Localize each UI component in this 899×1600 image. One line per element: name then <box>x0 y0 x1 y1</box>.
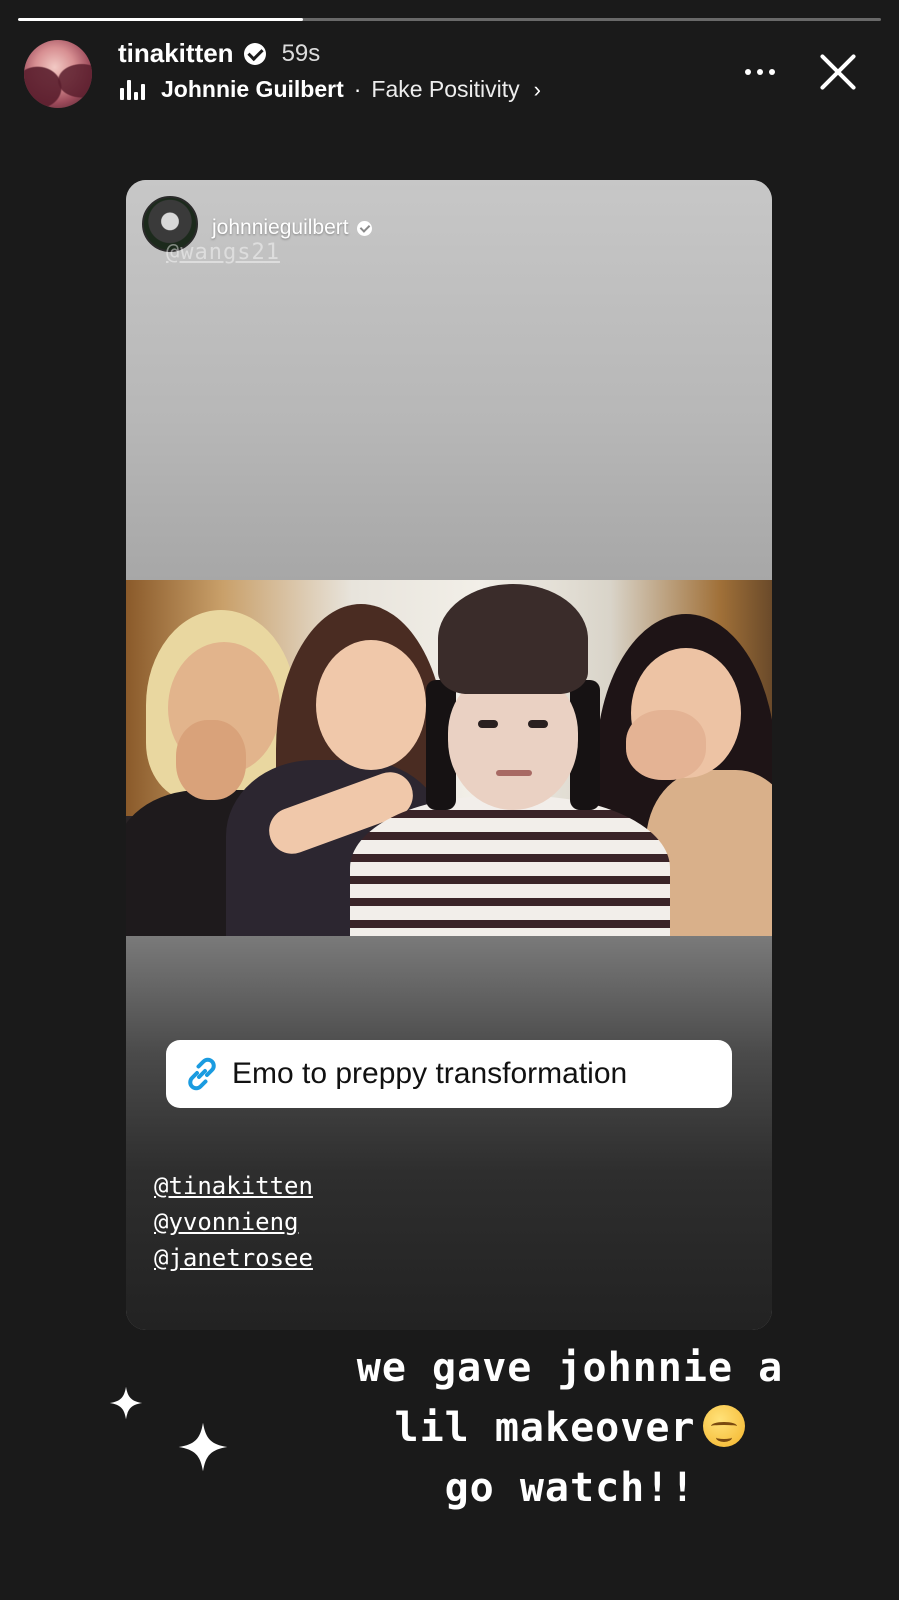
chevron-right-icon: › <box>533 76 541 102</box>
link-sticker[interactable]: Emo to preppy transformation <box>166 1040 732 1108</box>
link-icon <box>188 1057 216 1091</box>
story-progress-bar <box>18 18 881 21</box>
music-song: Fake Positivity <box>371 76 520 102</box>
card-bottom-area: Emo to preppy transformation @tinakitten… <box>126 936 772 1330</box>
caption-line: go watch!! <box>444 1465 696 1511</box>
ghost-mention-tag: @wangs21 <box>166 240 280 265</box>
header-user-row: tinakitten 59s <box>118 38 320 69</box>
more-horizontal-icon[interactable] <box>740 60 780 84</box>
story-caption: we gave johnnie a lil makeover go watch!… <box>280 1338 860 1518</box>
mentions-list: @tinakitten @yvonnieng @janetrosee <box>154 1170 313 1274</box>
sparkle-icon <box>178 1422 228 1472</box>
close-icon[interactable] <box>814 48 862 96</box>
caption-line: lil makeover <box>394 1405 696 1451</box>
story-photo <box>126 580 772 936</box>
mention-tag[interactable]: @janetrosee <box>154 1242 313 1274</box>
verified-badge-icon <box>243 42 266 65</box>
avatar[interactable] <box>24 40 92 108</box>
shared-post-username[interactable]: johnnieguilbert <box>212 216 349 240</box>
caption-line-with-emoji: lil makeover <box>280 1398 860 1458</box>
music-attribution[interactable]: Johnnie Guilbert · Fake Positivity › <box>120 76 541 103</box>
music-artist: Johnnie Guilbert <box>161 76 344 102</box>
sparkle-icon <box>109 1386 143 1420</box>
card-top-area: @wangs21 johnnieguilbert <box>126 180 772 580</box>
shared-story-card[interactable]: @wangs21 johnnieguilbert Emo to preppy t… <box>126 180 772 1330</box>
mention-tag[interactable]: @tinakitten <box>154 1170 313 1202</box>
link-sticker-label: Emo to preppy transformation <box>232 1057 628 1090</box>
pensive-face-emoji-icon <box>703 1405 746 1447</box>
music-separator: · <box>353 76 362 102</box>
caption-line: we gave johnnie a <box>356 1345 784 1391</box>
mention-tag[interactable]: @yvonnieng <box>154 1206 313 1238</box>
story-progress-fill <box>18 18 303 21</box>
music-bars-icon <box>120 79 145 100</box>
timestamp: 59s <box>281 39 321 67</box>
username[interactable]: tinakitten <box>118 38 234 69</box>
shared-post-user-row: johnnieguilbert <box>212 216 372 240</box>
verified-badge-icon <box>356 220 372 236</box>
